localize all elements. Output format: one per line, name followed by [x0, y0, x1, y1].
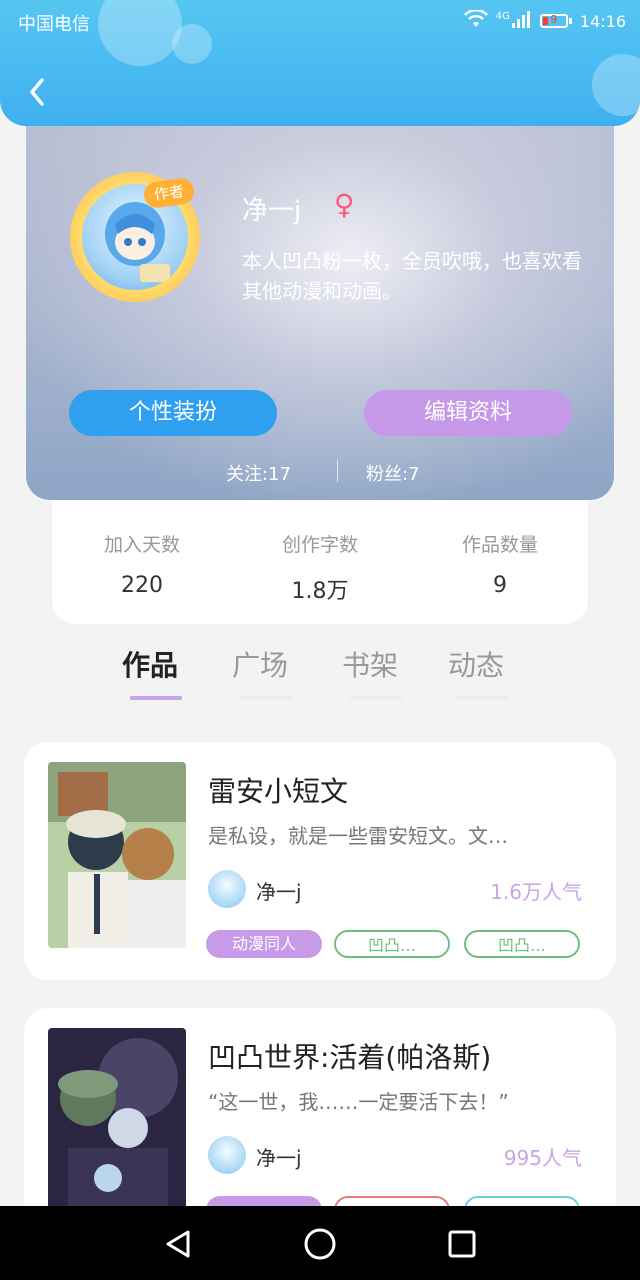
decor-bubble: [592, 54, 640, 116]
edit-profile-button[interactable]: 编辑资料: [364, 390, 572, 436]
stats-card: 加入天数 220 创作字数 1.8万 作品数量 9: [52, 500, 588, 624]
tab-active-indicator: [130, 696, 182, 700]
work-description: “这一世，我……一定要活下去！”: [208, 1090, 509, 1114]
battery-icon: 9: [539, 13, 572, 28]
work-tag[interactable]: 凹凸…: [334, 930, 450, 958]
tab-works[interactable]: 作品: [122, 644, 178, 684]
followers-count[interactable]: 粉丝:7: [366, 460, 420, 486]
tab-square[interactable]: 广场: [232, 644, 288, 684]
stat-value: 1.8万: [291, 579, 349, 604]
divider: [337, 460, 338, 482]
header-bar: 中国电信 4G 9 14:16: [0, 0, 640, 126]
circle-home-icon: [304, 1228, 336, 1260]
work-cover-image: [48, 762, 186, 948]
work-author: 净一j: [256, 880, 302, 904]
work-card[interactable]: 雷安小短文 是私设，就是一些雷安短文。文… 净一j 1.6万人气 动漫同人 凹凸…: [24, 742, 616, 980]
tab-bar: 作品 广场 书架 动态: [0, 640, 640, 710]
status-icons: 4G 9 14:16: [463, 9, 626, 32]
user-bio: 本人凹凸粉一枚，全员吹哦，也喜欢看其他动漫和动画。: [242, 249, 582, 303]
square-recent-icon: [448, 1230, 476, 1258]
work-popularity: 995人气: [503, 1146, 582, 1170]
work-cover-image: [48, 1028, 186, 1214]
clock: 14:16: [579, 11, 626, 31]
wifi-icon: [463, 9, 488, 32]
stat-label: 加入天数: [103, 534, 180, 556]
author-avatar: [208, 1136, 246, 1174]
system-nav-bar: [0, 1206, 640, 1280]
decor-bubble: [172, 24, 212, 64]
stat-works-count: 作品数量 9: [420, 530, 580, 598]
tab-activity[interactable]: 动态: [448, 644, 504, 684]
female-icon: ♀: [334, 188, 355, 221]
chevron-left-icon: [30, 78, 44, 106]
stat-label: 作品数量: [461, 534, 538, 556]
decor-bubble: [98, 0, 182, 66]
work-description: 是私设，就是一些雷安短文。文…: [208, 824, 508, 848]
work-author: 净一j: [256, 1146, 302, 1170]
stat-value: 9: [493, 573, 507, 598]
author-avatar: [208, 870, 246, 908]
battery-level: 9: [550, 13, 558, 26]
triangle-back-icon: [166, 1230, 190, 1258]
nav-home-button[interactable]: [300, 1224, 340, 1264]
signal-icon: [511, 10, 532, 32]
back-button[interactable]: [22, 74, 52, 110]
stat-word-count: 创作字数 1.8万: [240, 530, 400, 605]
avatar[interactable]: 作者: [70, 172, 200, 302]
work-tag[interactable]: 凹凸…: [464, 930, 580, 958]
dress-up-button[interactable]: 个性装扮: [69, 390, 277, 436]
username: 净一j: [242, 196, 302, 226]
carrier-name: 中国电信: [18, 14, 90, 35]
following-count[interactable]: 关注:17: [226, 460, 291, 486]
stat-label: 创作字数: [281, 534, 358, 556]
work-popularity: 1.6万人气: [490, 880, 582, 904]
network-type: 4G: [495, 10, 510, 22]
stat-value: 220: [121, 573, 163, 598]
work-title: 雷安小短文: [208, 775, 349, 808]
work-tag[interactable]: 动漫同人: [206, 930, 322, 958]
tab-bookshelf[interactable]: 书架: [342, 644, 398, 684]
work-title: 凹凸世界:活着(帕洛斯): [208, 1041, 492, 1074]
stat-join-days: 加入天数 220: [62, 530, 222, 598]
profile-card: 作者 净一j ♀ 本人凹凸粉一枚，全员吹哦，也喜欢看其他动漫和动画。 个性装扮 …: [26, 126, 614, 500]
nav-back-button[interactable]: [158, 1224, 198, 1264]
nav-recent-button[interactable]: [442, 1224, 482, 1264]
